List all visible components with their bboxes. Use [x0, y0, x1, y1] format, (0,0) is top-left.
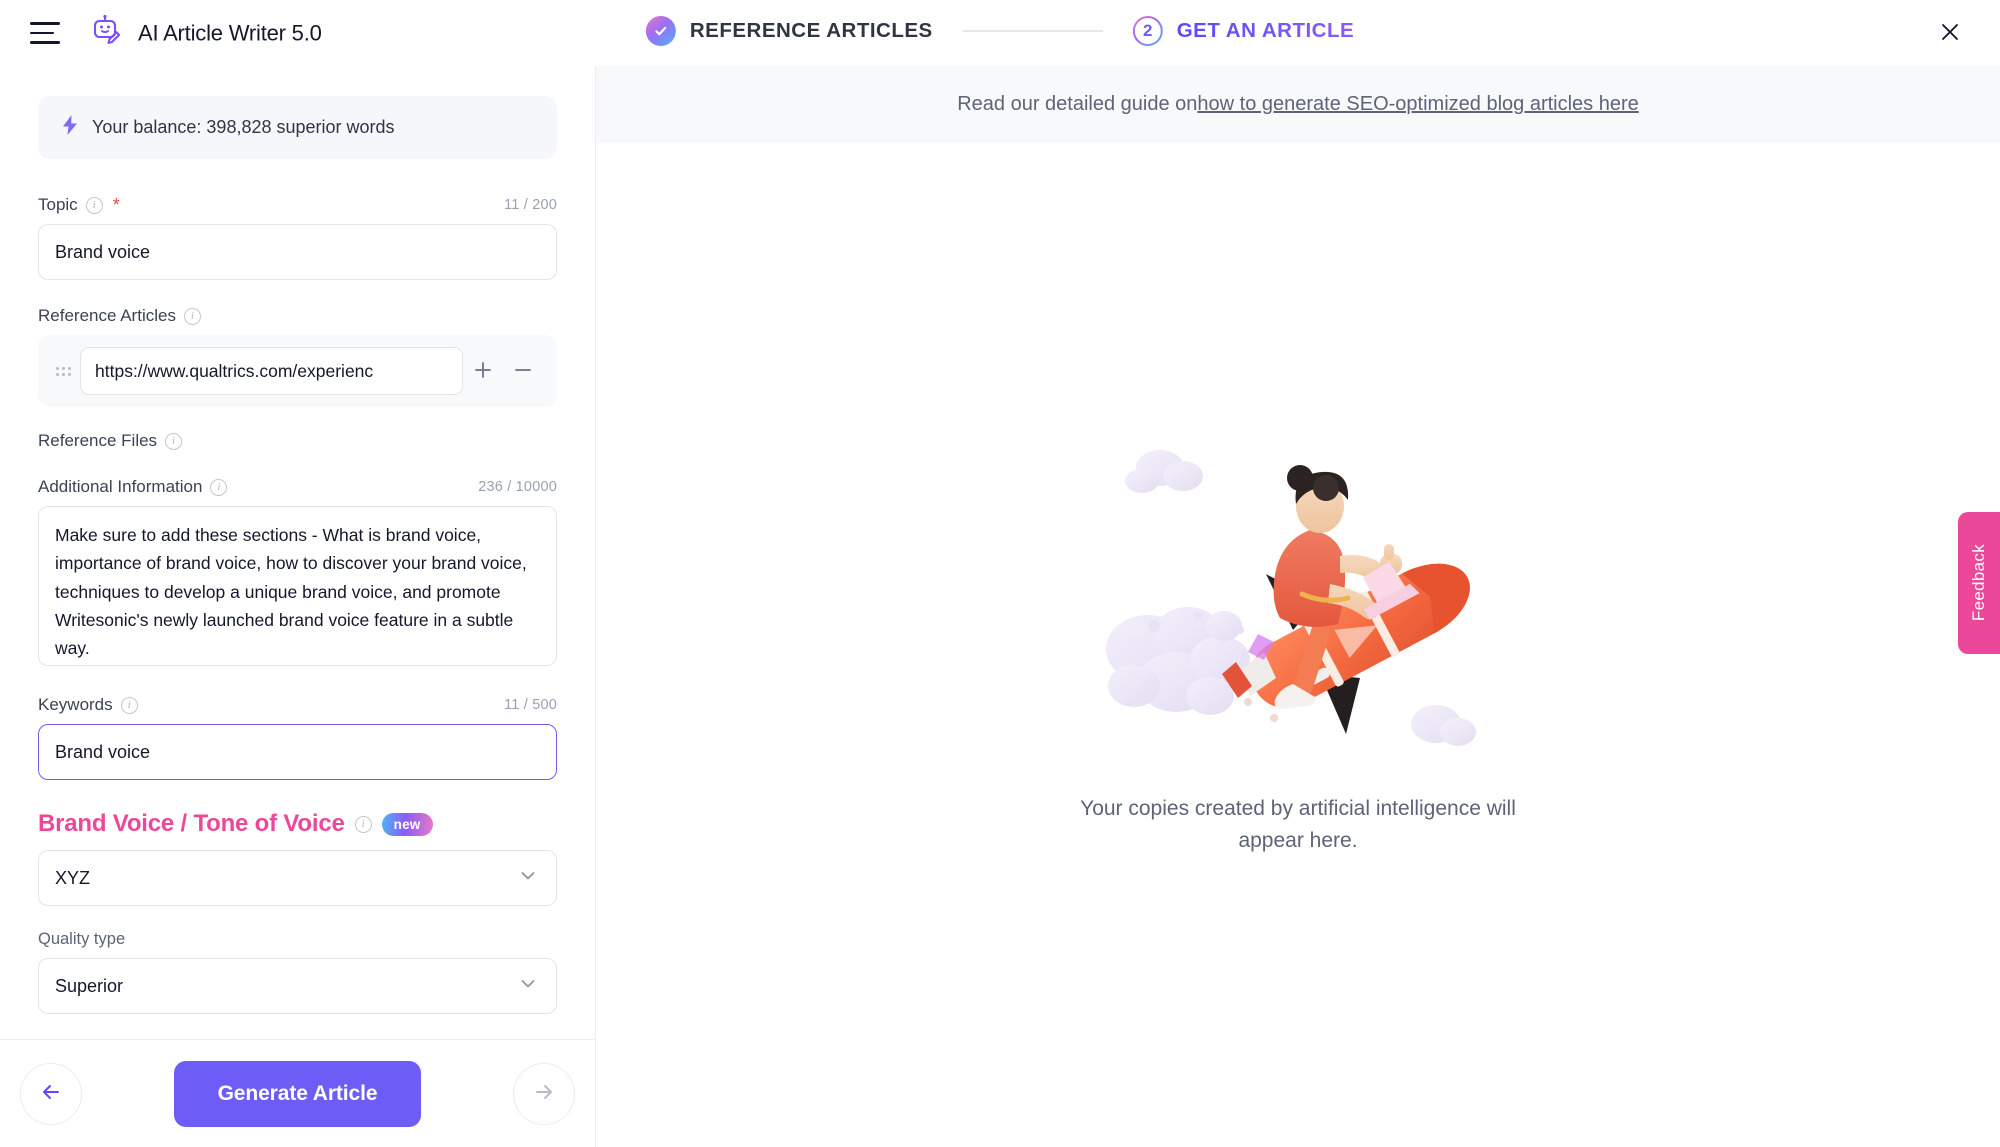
info-icon[interactable]: i	[165, 432, 183, 450]
step-number-badge: 2	[1133, 16, 1163, 46]
balance-banner: Your balance: 398,828 superior words	[38, 96, 557, 159]
empty-state: Your copies created by artificial intell…	[596, 143, 2000, 1147]
quality-type-label: Quality type	[38, 930, 126, 948]
reference-article-row	[38, 335, 557, 407]
reference-files-field: Reference Files i	[38, 431, 557, 451]
reference-articles-label-wrap: Reference Articles i	[38, 306, 201, 326]
reference-files-label: Reference Files	[38, 431, 158, 450]
quality-type-selected-value: Superior	[55, 975, 124, 996]
keywords-input[interactable]	[38, 724, 557, 780]
reference-files-head: Reference Files i	[38, 431, 557, 451]
step-connector	[962, 30, 1103, 32]
reference-articles-label: Reference Articles	[38, 306, 176, 325]
info-icon[interactable]: i	[354, 815, 372, 833]
additional-information-head: Additional Information i 236 / 10000	[38, 477, 557, 497]
additional-information-label-wrap: Additional Information i	[38, 477, 228, 497]
required-marker: *	[112, 195, 120, 215]
info-icon[interactable]: i	[85, 196, 103, 214]
output-panel: Read our detailed guide on how to genera…	[596, 66, 2000, 1147]
guide-prefix: Read our detailed guide on	[957, 93, 1198, 115]
robot-pencil-icon	[90, 14, 124, 53]
minus-icon	[512, 359, 534, 384]
drag-handle-icon[interactable]	[52, 366, 74, 376]
empty-state-message: Your copies created by artificial intell…	[1080, 797, 1516, 852]
check-icon	[645, 16, 676, 46]
guide-link[interactable]: how to generate SEO-optimized blog artic…	[1197, 93, 1638, 116]
plus-icon	[472, 359, 494, 384]
keywords-counter: 11 / 500	[504, 697, 557, 713]
keywords-head: Keywords i 11 / 500	[38, 695, 557, 715]
close-icon	[1938, 20, 1962, 47]
quality-type-select-wrap: Superior	[38, 958, 557, 1014]
brand-voice-selected-value: XYZ	[55, 867, 91, 888]
topic-label: Topic	[38, 195, 78, 214]
additional-information-label: Additional Information	[38, 477, 203, 496]
step-indicator: REFERENCE ARTICLES 2 GET AN ARTICLE	[645, 16, 1354, 46]
reference-article-input[interactable]	[80, 347, 463, 395]
hamburger-icon[interactable]	[30, 22, 60, 44]
brand-voice-field: Brand Voice / Tone of Voice i new XYZ	[38, 810, 557, 906]
reference-articles-head: Reference Articles i	[38, 306, 557, 326]
brand-voice-select[interactable]: XYZ	[38, 850, 557, 906]
info-icon[interactable]: i	[210, 478, 228, 496]
step-reference-articles[interactable]: REFERENCE ARTICLES	[645, 16, 933, 46]
additional-information-field: Additional Information i 236 / 10000	[38, 477, 557, 671]
top-bar: AI Article Writer 5.0 REFERENCE ARTICLES…	[0, 0, 2000, 66]
brand-voice-head: Brand Voice / Tone of Voice i new	[38, 810, 557, 838]
close-button[interactable]	[1930, 13, 1970, 53]
topic-input[interactable]	[38, 224, 557, 280]
arrow-left-icon	[39, 1080, 63, 1107]
topic-label-wrap: Topic i *	[38, 195, 120, 215]
brand-voice-title: Brand Voice / Tone of Voice	[38, 810, 345, 837]
keywords-field: Keywords i 11 / 500	[38, 695, 557, 780]
feedback-label: Feedback	[1969, 544, 1988, 622]
reference-files-label-wrap: Reference Files i	[38, 431, 183, 451]
forward-button[interactable]	[512, 1062, 575, 1125]
quality-type-select[interactable]: Superior	[38, 958, 557, 1014]
step-get-an-article[interactable]: 2 GET AN ARTICLE	[1133, 16, 1354, 46]
info-icon[interactable]: i	[183, 307, 201, 325]
keywords-label: Keywords	[38, 695, 113, 714]
brand-voice-select-wrap: XYZ	[38, 850, 557, 906]
form-panel: Your balance: 398,828 superior words Top…	[0, 66, 596, 1039]
quality-type-field: Quality type Superior	[38, 930, 557, 1014]
feedback-tab[interactable]: Feedback	[1958, 512, 2000, 654]
form-footer: Generate Article	[0, 1039, 596, 1147]
guide-bar: Read our detailed guide on how to genera…	[596, 66, 2000, 143]
keywords-label-wrap: Keywords i	[38, 695, 138, 715]
add-reference-button[interactable]	[463, 351, 503, 391]
reference-articles-field: Reference Articles i	[38, 306, 557, 407]
brand: AI Article Writer 5.0	[90, 14, 322, 53]
new-badge: new	[381, 812, 433, 836]
back-button[interactable]	[20, 1062, 82, 1125]
remove-reference-button[interactable]	[503, 351, 543, 391]
topic-field: Topic i * 11 / 200	[38, 195, 557, 280]
additional-information-textarea[interactable]	[38, 506, 557, 666]
info-icon[interactable]: i	[120, 696, 138, 714]
arrow-right-icon	[532, 1080, 556, 1107]
lightning-bolt-icon	[60, 114, 80, 141]
additional-information-counter: 236 / 10000	[478, 479, 557, 495]
step-label: GET AN ARTICLE	[1176, 19, 1355, 42]
step-label: REFERENCE ARTICLES	[689, 19, 933, 42]
topic-field-head: Topic i * 11 / 200	[38, 195, 557, 215]
topic-counter: 11 / 200	[504, 197, 557, 213]
balance-text: Your balance: 398,828 superior words	[92, 117, 395, 137]
rocket-with-person-illustration	[1088, 434, 1508, 769]
generate-article-button[interactable]: Generate Article	[173, 1060, 422, 1127]
app-title: AI Article Writer 5.0	[138, 20, 322, 45]
